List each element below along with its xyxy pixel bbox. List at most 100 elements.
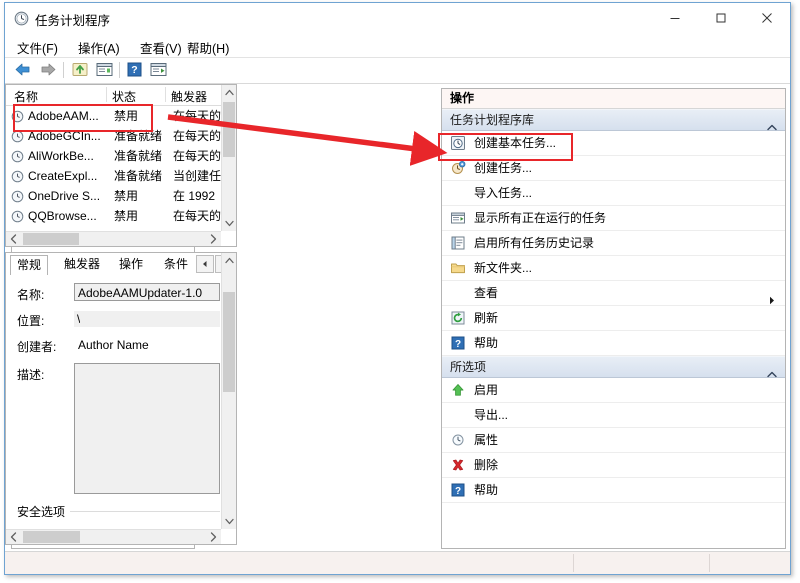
action-help-selected[interactable]: ? 帮助 bbox=[442, 478, 785, 503]
table-row[interactable]: AdobeGCIn... 准备就绪 在每天的 bbox=[6, 126, 236, 146]
maximize-button[interactable] bbox=[698, 3, 744, 32]
actions-group-selected-header[interactable]: 所选项 bbox=[442, 356, 785, 378]
action-display-running-tasks[interactable]: 显示所有正在运行的任务 bbox=[442, 206, 785, 231]
scroll-right-icon[interactable] bbox=[205, 232, 221, 246]
scroll-up-icon[interactable] bbox=[222, 253, 236, 269]
properties-icon[interactable] bbox=[95, 61, 115, 80]
forward-arrow-icon[interactable] bbox=[38, 61, 58, 80]
running-tasks-icon bbox=[450, 210, 466, 226]
tab-conditions[interactable]: 条件 bbox=[158, 255, 194, 275]
show-pane-icon[interactable] bbox=[149, 61, 169, 80]
minimize-button[interactable] bbox=[652, 3, 698, 32]
action-view[interactable]: 查看 bbox=[442, 281, 785, 306]
menu-action[interactable]: 操作(A) bbox=[78, 38, 120, 57]
svg-text:?: ? bbox=[455, 486, 461, 497]
tab-triggers[interactable]: 触发器 bbox=[58, 255, 106, 275]
vscroll-thumb[interactable] bbox=[223, 292, 235, 392]
task-status: 准备就绪 bbox=[114, 169, 163, 183]
menu-help[interactable]: 帮助(H) bbox=[187, 38, 229, 57]
table-row[interactable]: QQBrowse... 禁用 在每天的 bbox=[6, 206, 236, 226]
field-description-input[interactable] bbox=[74, 363, 220, 494]
help-icon: ? bbox=[450, 335, 466, 351]
menu-view[interactable]: 查看(V) bbox=[140, 38, 182, 57]
task-list-hscrollbar[interactable] bbox=[6, 231, 221, 246]
scroll-left-icon[interactable] bbox=[6, 530, 22, 544]
task-status: 禁用 bbox=[114, 109, 139, 123]
action-label: 创建任务... bbox=[474, 161, 533, 175]
tab-scroll-left-button[interactable] bbox=[196, 255, 214, 273]
clock-icon bbox=[14, 11, 29, 26]
help-icon[interactable]: ? bbox=[126, 61, 146, 80]
action-create-task[interactable]: 创建任务... bbox=[442, 156, 785, 181]
actions-group-library-title: 任务计划程序库 bbox=[450, 113, 535, 127]
action-properties[interactable]: 属性 bbox=[442, 428, 785, 453]
task-scheduler-window: 任务计划程序 文件(F) 操作(A) 查看(V) 帮助(H) ? 名称 状态 触… bbox=[4, 2, 791, 575]
column-header-status[interactable]: 状态 bbox=[112, 88, 136, 105]
action-label: 新文件夹... bbox=[474, 261, 533, 275]
scroll-down-icon[interactable] bbox=[222, 513, 236, 529]
column-header-trigger[interactable]: 触发器 bbox=[171, 88, 207, 105]
task-trigger: 在 1992 bbox=[173, 189, 216, 203]
menu-bar: 文件(F) 操作(A) 查看(V) 帮助(H) bbox=[5, 34, 790, 58]
delete-x-icon bbox=[450, 457, 466, 473]
create-basic-task-icon bbox=[450, 135, 466, 151]
scroll-left-icon[interactable] bbox=[6, 232, 22, 246]
clock-icon bbox=[11, 129, 24, 143]
task-status: 准备就绪 bbox=[114, 149, 163, 163]
toolbar-separator bbox=[63, 62, 64, 78]
action-refresh[interactable]: 刷新 bbox=[442, 306, 785, 331]
task-status: 禁用 bbox=[114, 189, 139, 203]
action-label: 删除 bbox=[474, 458, 499, 472]
properties-clock-icon bbox=[450, 432, 466, 448]
table-row[interactable]: AliWorkBe... 准备就绪 在每天的 bbox=[6, 146, 236, 166]
back-arrow-icon[interactable] bbox=[13, 61, 33, 80]
task-trigger: 在每天的 bbox=[173, 109, 222, 123]
action-enable-task-history[interactable]: 启用所有任务历史记录 bbox=[442, 231, 785, 256]
actions-pane-title: 操作 bbox=[442, 89, 785, 109]
table-row[interactable]: AdobeAAM... 禁用 在每天的 bbox=[6, 106, 236, 126]
scroll-right-icon[interactable] bbox=[205, 530, 221, 544]
menu-file[interactable]: 文件(F) bbox=[17, 38, 58, 57]
action-label: 启用所有任务历史记录 bbox=[474, 236, 595, 250]
detail-vscrollbar[interactable] bbox=[221, 253, 236, 529]
scroll-down-icon[interactable] bbox=[222, 215, 236, 231]
action-label: 帮助 bbox=[474, 336, 499, 350]
column-divider-2[interactable] bbox=[165, 87, 166, 102]
action-export[interactable]: 导出... bbox=[442, 403, 785, 428]
task-list-vscrollbar[interactable] bbox=[221, 85, 236, 231]
new-folder-icon bbox=[450, 260, 466, 276]
close-button[interactable] bbox=[744, 3, 790, 32]
tab-general[interactable]: 常规 bbox=[10, 255, 49, 276]
column-header-name[interactable]: 名称 bbox=[14, 88, 38, 105]
action-new-folder[interactable]: 新文件夹... bbox=[442, 256, 785, 281]
action-delete[interactable]: 删除 bbox=[442, 453, 785, 478]
action-import-task[interactable]: 导入任务... bbox=[442, 181, 785, 206]
tab-actions[interactable]: 操作 bbox=[113, 255, 149, 275]
action-label: 创建基本任务... bbox=[474, 136, 557, 150]
action-enable[interactable]: 启用 bbox=[442, 378, 785, 403]
task-trigger: 在每天的 bbox=[173, 149, 222, 163]
detail-hscrollbar[interactable] bbox=[6, 529, 221, 544]
table-row[interactable]: OneDrive S... 禁用 在 1992 bbox=[6, 186, 236, 206]
action-create-basic-task[interactable]: 创建基本任务... bbox=[442, 131, 785, 156]
action-label: 刷新 bbox=[474, 311, 499, 325]
refresh-icon bbox=[450, 310, 466, 326]
table-row[interactable]: CreateExpl... 准备就绪 当创建任 bbox=[6, 166, 236, 186]
hscroll-thumb[interactable] bbox=[23, 531, 80, 543]
vscroll-thumb[interactable] bbox=[223, 102, 235, 157]
content-area: 任务计划程序 (本地) 任务计划程序库 bbox=[5, 84, 790, 553]
actions-pane: 操作 任务计划程序库 创建基本任务... 创建任务... 导入任务... 显示所… bbox=[441, 88, 786, 549]
column-divider-1[interactable] bbox=[106, 87, 107, 102]
actions-group-library-header[interactable]: 任务计划程序库 bbox=[442, 109, 785, 131]
security-options-heading: 安全选项 bbox=[17, 503, 71, 520]
clock-icon bbox=[11, 189, 24, 203]
action-help-library[interactable]: ? 帮助 bbox=[442, 331, 785, 356]
scroll-up-icon[interactable] bbox=[222, 85, 236, 101]
action-label: 属性 bbox=[474, 433, 499, 447]
up-folder-icon[interactable] bbox=[71, 61, 91, 80]
clock-icon bbox=[11, 149, 24, 163]
hscroll-thumb[interactable] bbox=[23, 233, 79, 245]
field-name-input[interactable]: AdobeAAMUpdater-1.0 bbox=[74, 283, 220, 301]
action-label: 启用 bbox=[474, 383, 499, 397]
enable-arrow-icon bbox=[450, 382, 466, 398]
